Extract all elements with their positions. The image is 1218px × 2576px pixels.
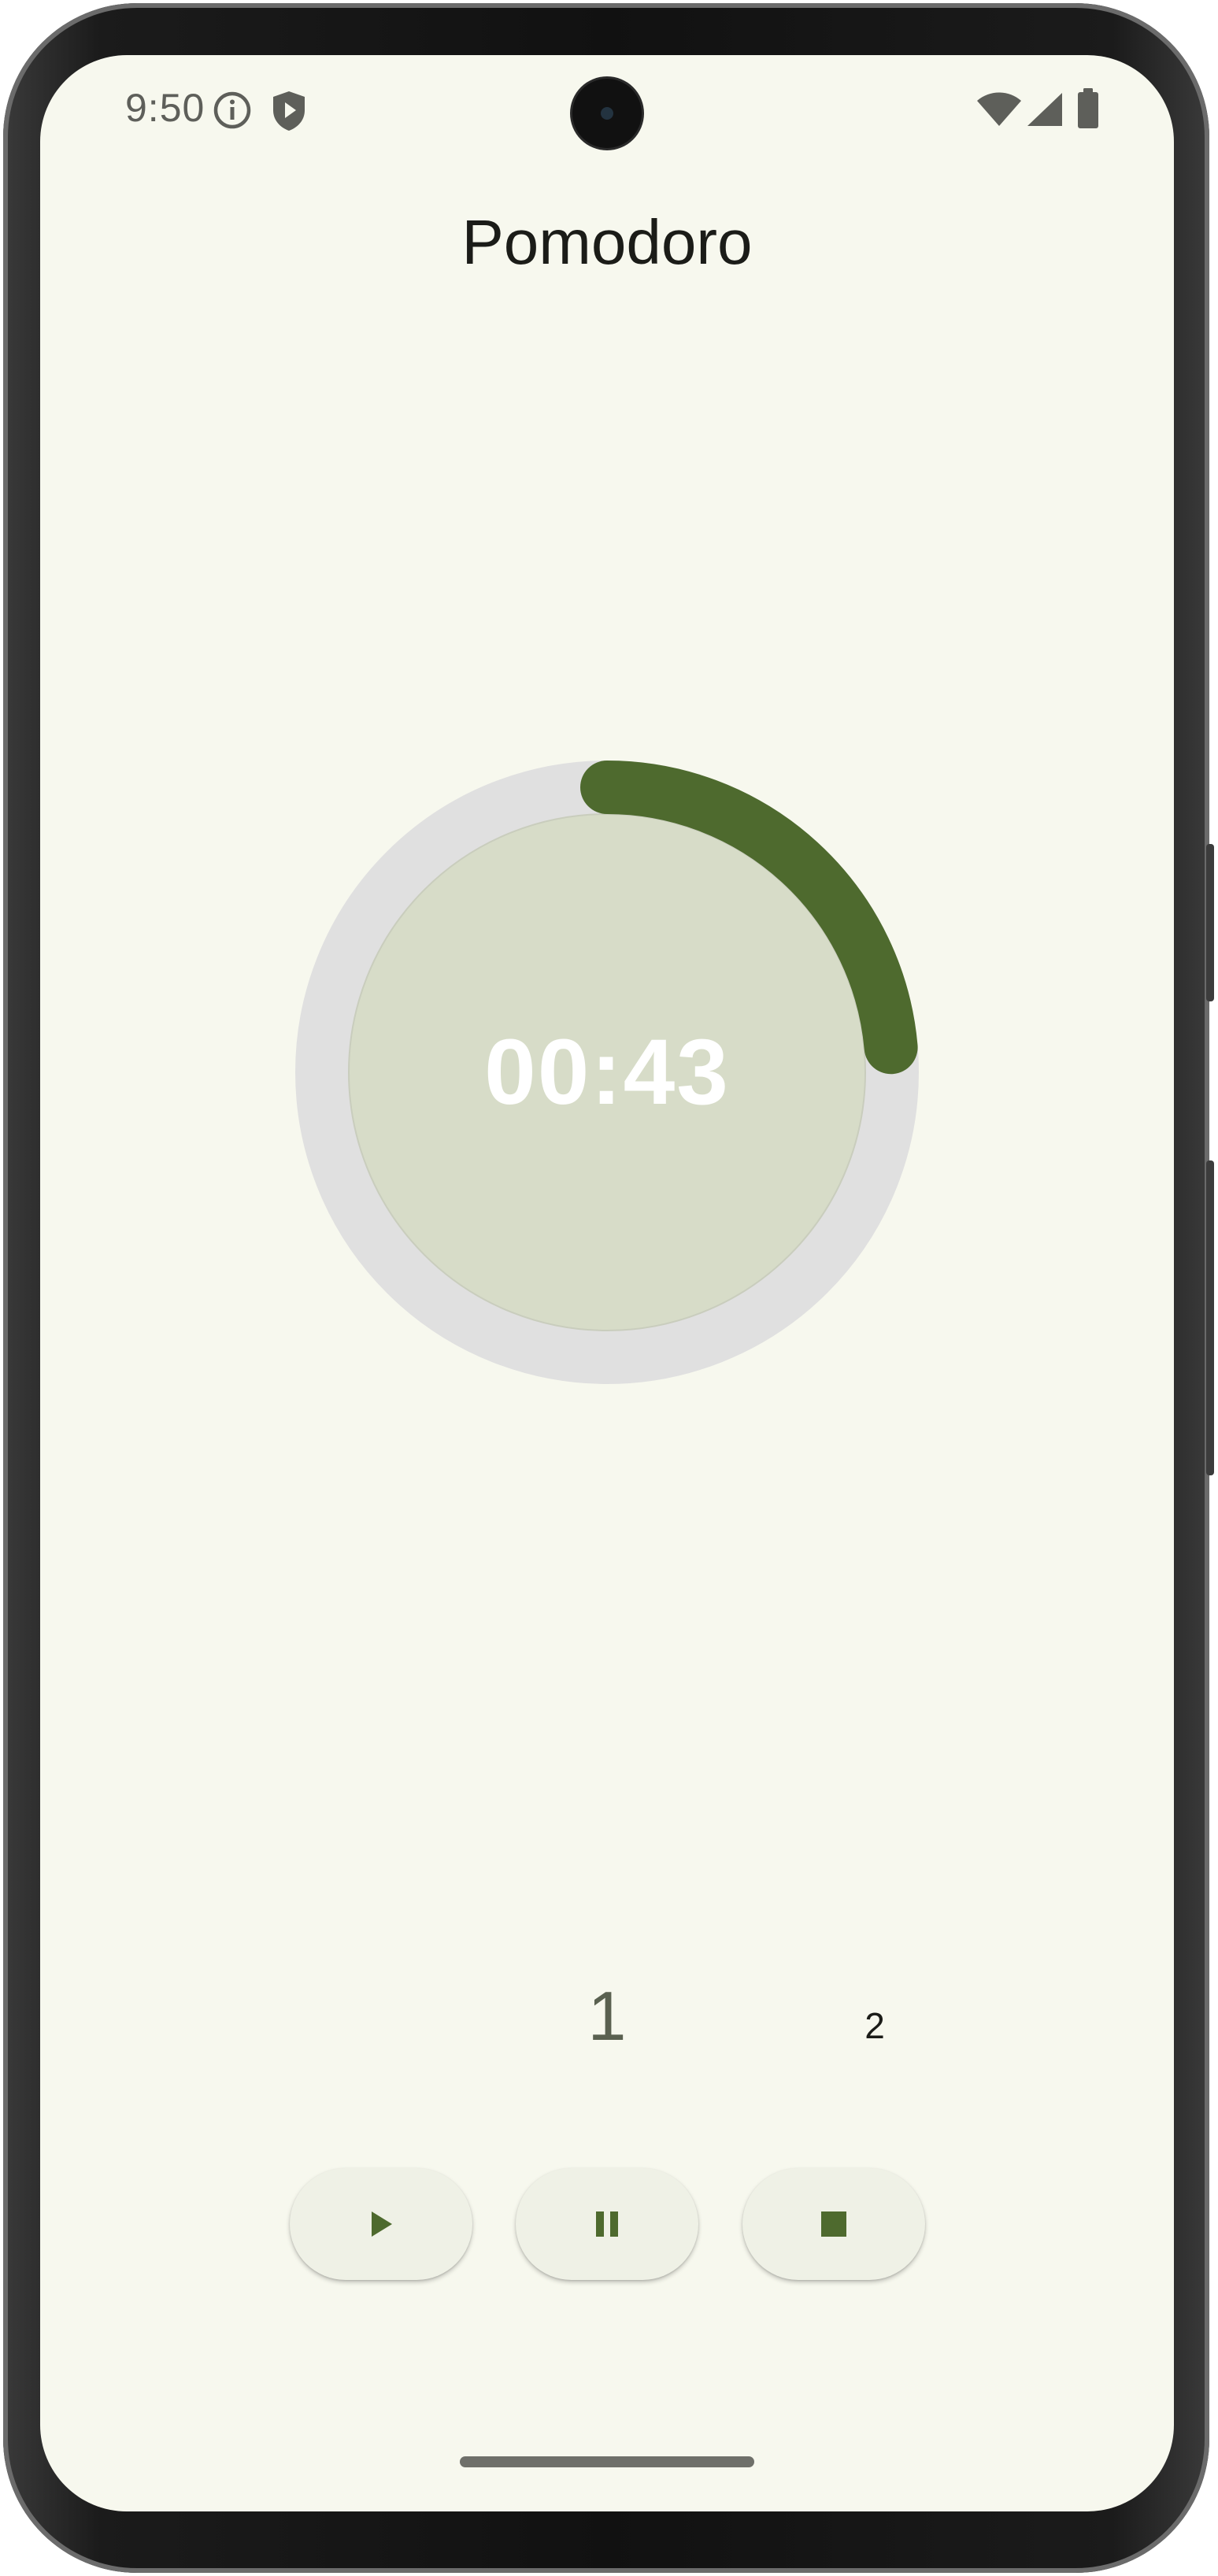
battery-icon [1076,88,1100,133]
shield-play-icon [270,90,308,136]
stop-icon [821,2211,846,2237]
play-button[interactable] [290,2168,472,2280]
timer-countdown: 00:43 [484,1020,730,1124]
app-title: Pomodoro [461,207,753,277]
phone-frame: 9:50 Pomodoro 00:43 1 2 [3,3,1214,2573]
screen: 9:50 Pomodoro 00:43 1 2 [40,55,1174,2511]
status-time: 9:50 [125,86,205,130]
pause-button[interactable] [516,2168,698,2280]
timer-controls [40,2168,1174,2286]
session-next: 2 [864,2005,885,2046]
wifi-icon [976,91,1023,131]
power-button [1206,1160,1214,1475]
info-icon [212,90,253,135]
session-current: 1 [587,1977,627,2055]
play-icon [372,2211,392,2237]
stop-button[interactable] [742,2168,925,2280]
timer-dial: 00:43 [294,760,920,1385]
signal-icon [1026,91,1064,131]
volume-button [1206,844,1214,1001]
front-camera [572,79,642,148]
home-indicator[interactable] [460,2456,754,2467]
pause-icon [596,2211,618,2237]
status-bar: 9:50 [40,55,1174,173]
